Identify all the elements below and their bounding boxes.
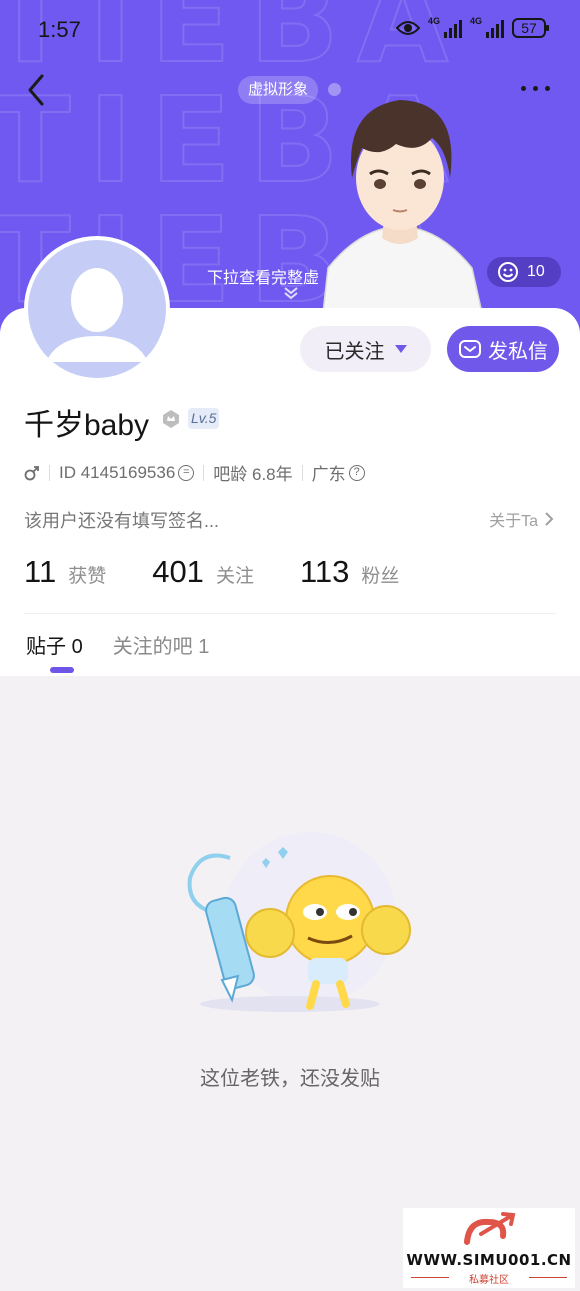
send-message-button[interactable]: 发私信 (447, 326, 559, 372)
stat-likes: 11 获赞 (24, 554, 106, 590)
stat-label: 关注 (215, 566, 254, 587)
stat-label: 获赞 (68, 566, 107, 587)
divider (24, 613, 556, 614)
stat-fans[interactable]: 113 粉丝 (300, 554, 399, 590)
default-avatar-icon (46, 268, 148, 362)
eye-icon (396, 21, 420, 35)
about-link[interactable]: 关于Ta (489, 507, 554, 531)
stat-number: 401 (152, 554, 204, 589)
crown-badge-icon (163, 410, 179, 428)
copy-icon[interactable]: = (178, 464, 195, 481)
stat-following[interactable]: 401 关注 (152, 554, 254, 590)
avatar[interactable] (24, 236, 170, 382)
virtual-avatar-figure[interactable] (300, 78, 500, 340)
tab-label: 贴子 (26, 636, 66, 658)
watermark-logo-icon (464, 1212, 516, 1245)
back-arrow-icon[interactable] (22, 72, 52, 108)
watermark-url: WWW.SIMU001.CN (406, 1251, 572, 1269)
follow-button[interactable]: 已关注 (300, 326, 431, 372)
profile-tabs: 贴子 0 关注的吧 1 (26, 630, 209, 659)
about-label: 关于Ta (489, 513, 538, 530)
site-watermark: WWW.SIMU001.CN 私募社区 (403, 1208, 575, 1288)
envelope-icon (459, 340, 481, 358)
tab-count: 0 (71, 636, 83, 658)
question-icon[interactable]: ? (348, 464, 365, 481)
status-bar: 1:57 4G 4G 57 (0, 0, 580, 60)
avatar-like-button[interactable]: 10 (487, 257, 561, 287)
stat-number: 11 (24, 554, 57, 589)
level-badge: Lv.5 (188, 408, 220, 429)
empty-state-illustration (187, 832, 411, 1012)
bar-age: 吧龄 6.8年 (213, 465, 293, 484)
male-icon (24, 465, 39, 480)
network-label: 4G (428, 16, 441, 26)
user-meta-row: ID 4145169536 = 吧龄 6.8年 广东 ? (24, 460, 365, 485)
network-label: 4G (470, 16, 483, 26)
tab-label: 关注的吧 (112, 636, 193, 658)
send-message-label: 发私信 (488, 340, 548, 363)
pull-down-hint: 下拉查看完整虚 (207, 270, 320, 287)
user-name: 千岁baby (24, 409, 150, 442)
location: 广东 (311, 465, 346, 484)
stat-label: 粉丝 (361, 566, 400, 587)
more-icon[interactable] (521, 86, 550, 91)
follow-label: 已关注 (324, 340, 385, 363)
tab-count: 1 (198, 636, 210, 658)
smile-icon (498, 262, 518, 282)
status-time: 1:57 (38, 17, 81, 42)
watermark-subtitle: 私募社区 (469, 1275, 509, 1286)
status-icons: 4G 4G 57 (396, 16, 549, 38)
chevron-right-icon (545, 512, 554, 526)
tab-posts[interactable]: 贴子 0 (26, 630, 83, 659)
avatar-like-count: 10 (527, 263, 545, 280)
chevron-down-icon (284, 287, 298, 300)
tab-indicator (50, 667, 74, 673)
signal-icon: 4G (428, 16, 462, 38)
empty-state-text: 这位老铁，还没发贴 (200, 1068, 380, 1090)
caret-down-icon (394, 345, 407, 353)
stats-row: 11 获赞 401 关注 113 粉丝 (24, 554, 445, 590)
battery-icon: 57 (512, 18, 549, 38)
user-id: ID 4145169536 (59, 462, 176, 482)
tab-followed-bars[interactable]: 关注的吧 1 (113, 630, 210, 659)
stat-number: 113 (299, 554, 350, 589)
signal-icon: 4G (470, 16, 504, 38)
signature: 该用户还没有填写签名... (24, 511, 220, 531)
